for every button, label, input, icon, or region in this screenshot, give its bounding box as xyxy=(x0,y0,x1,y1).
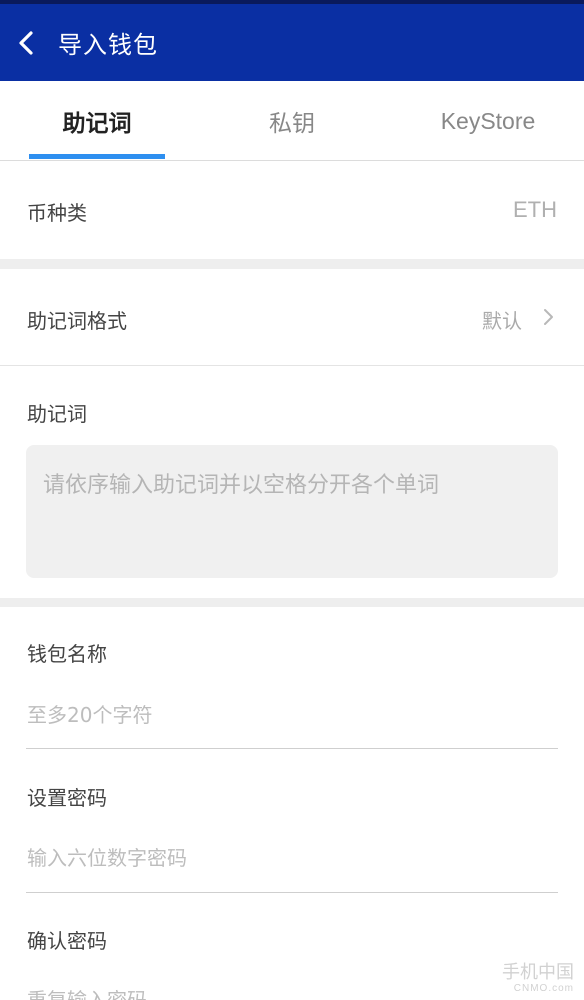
import-method-tabs: 助记词 私钥 KeyStore xyxy=(0,81,584,161)
wallet-name-underline xyxy=(26,748,558,749)
watermark-text: 手机中国 xyxy=(502,962,574,983)
password-input[interactable]: 输入六位数字密码 xyxy=(27,842,187,871)
mnemonic-format-value: 默认 xyxy=(482,309,522,333)
mnemonic-format-label: 助记词格式 xyxy=(27,309,127,333)
confirm-password-label: 确认密码 xyxy=(27,929,107,953)
coin-type-value: ETH xyxy=(513,197,557,222)
section-divider xyxy=(0,598,584,607)
back-button[interactable] xyxy=(14,30,38,55)
app-bar: 导入钱包 xyxy=(0,4,584,81)
wallet-name-input[interactable]: 至多20个字符 xyxy=(27,699,152,728)
watermark: 手机中国 CNMO.com xyxy=(502,964,574,994)
coin-type-label: 币种类 xyxy=(27,201,87,225)
tab-mnemonic[interactable]: 助记词 xyxy=(29,81,165,161)
mnemonic-placeholder: 请依序输入助记词并以空格分开各个单词 xyxy=(43,473,440,498)
page-title: 导入钱包 xyxy=(58,31,158,59)
mnemonic-format-row[interactable]: 助记词格式 默认 xyxy=(0,269,584,366)
wallet-name-label: 钱包名称 xyxy=(27,642,107,666)
tab-keystore[interactable]: KeyStore xyxy=(420,81,556,161)
active-tab-indicator xyxy=(29,154,165,159)
mnemonic-label: 助记词 xyxy=(27,402,87,426)
confirm-password-input[interactable]: 重复输入密码 xyxy=(27,984,147,1000)
section-divider xyxy=(0,259,584,269)
coin-type-row: 币种类 ETH xyxy=(0,161,584,259)
watermark-sub: CNMO.com xyxy=(513,983,574,994)
mnemonic-input[interactable]: 请依序输入助记词并以空格分开各个单词 xyxy=(26,445,558,578)
chevron-left-icon xyxy=(19,30,33,55)
chevron-right-icon xyxy=(544,309,553,325)
password-label: 设置密码 xyxy=(27,786,107,810)
password-underline xyxy=(26,892,558,893)
tab-private-key[interactable]: 私钥 xyxy=(224,81,360,161)
